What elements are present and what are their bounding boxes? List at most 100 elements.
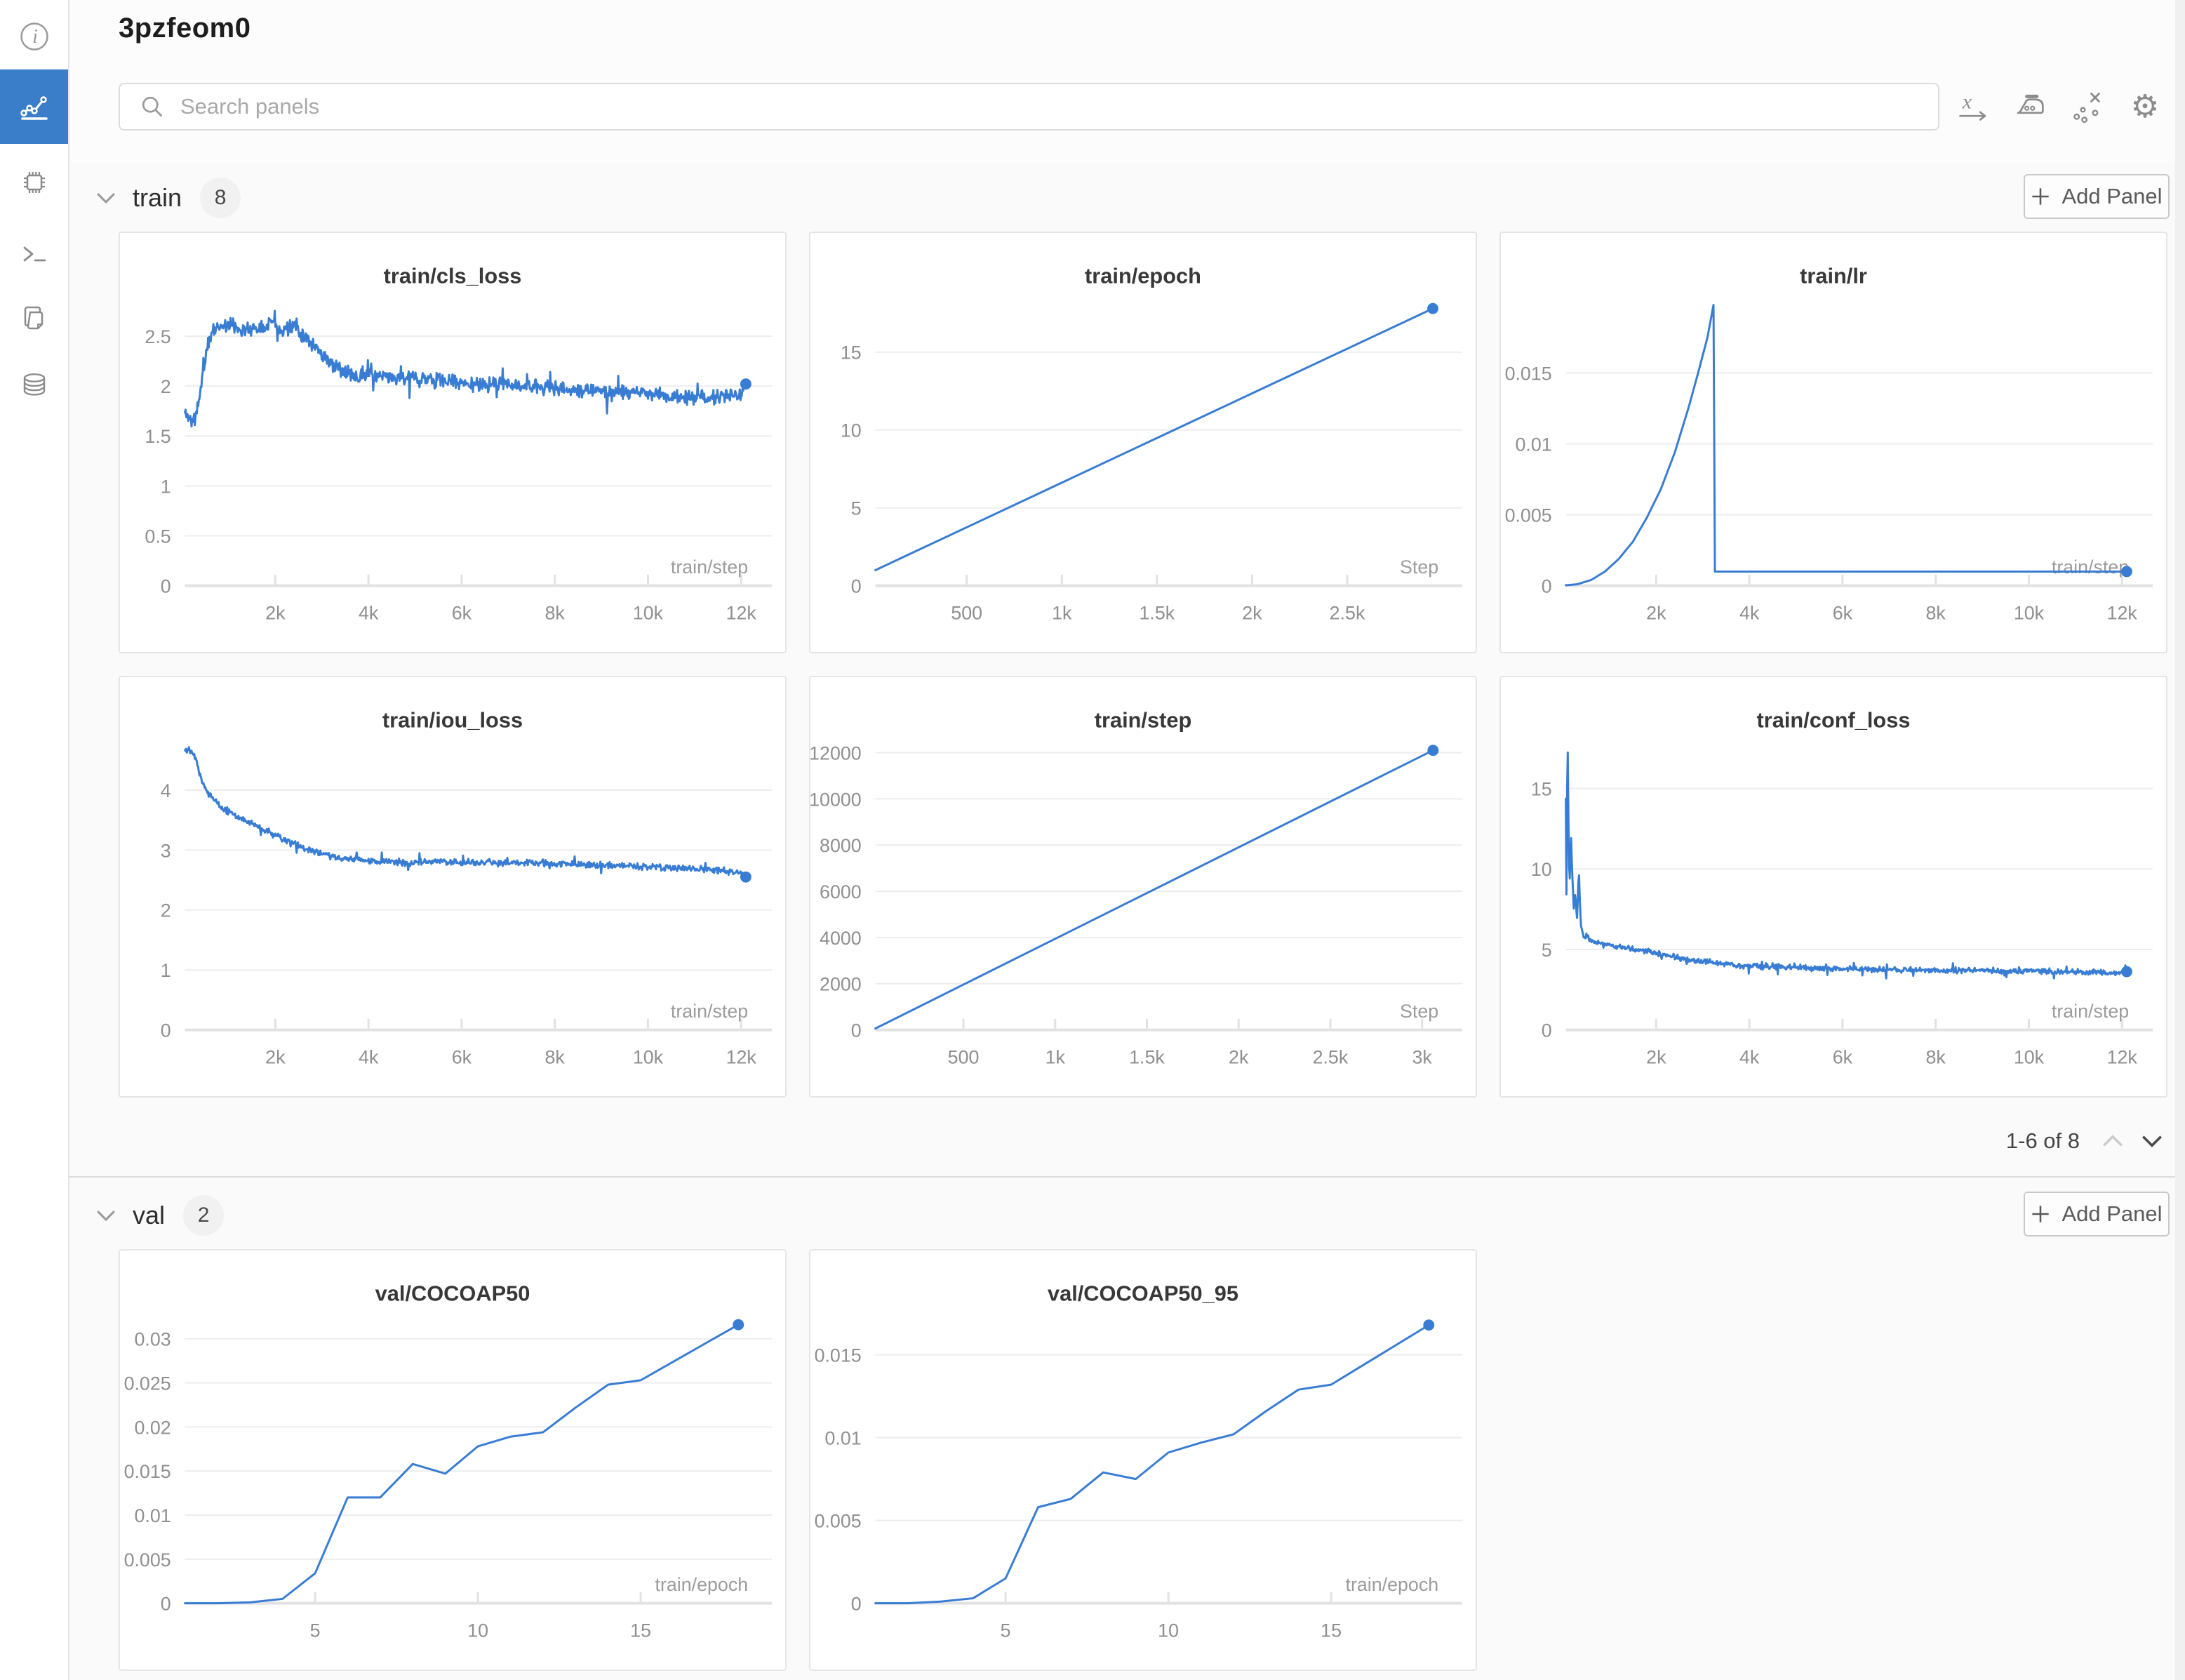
panel-train-iou-loss[interactable]: 012342k4k6k8k10k12ktrain/steptrain/iou_l… <box>119 676 787 1098</box>
x-tick-label: 15 <box>1321 1620 1342 1641</box>
smoothing-settings-button[interactable] <box>2010 86 2050 126</box>
chip-icon <box>19 167 50 198</box>
panel-train-lr[interactable]: 00.0050.010.0152k4k6k8k10k12ktrain/stept… <box>1499 232 2167 653</box>
svg-text:x: x <box>1962 91 1972 113</box>
series-line <box>185 747 746 879</box>
series-end-dot <box>740 872 751 883</box>
database-icon <box>19 369 50 400</box>
panel-val-cocoap50-95[interactable]: 00.0050.010.01551015train/epochval/COCOA… <box>809 1249 1477 1671</box>
plus-icon <box>2031 187 2050 206</box>
x-tick-label: 1k <box>1052 602 1072 623</box>
x-tick-label: 4k <box>359 1046 379 1067</box>
panel-settings-button[interactable]: ⚙ <box>2125 86 2165 126</box>
panel-train-step[interactable]: 0200040006000800010000120005001k1.5k2k2.… <box>809 676 1477 1098</box>
y-tick-label: 0 <box>851 576 862 597</box>
section-label[interactable]: train <box>133 183 182 213</box>
section-label[interactable]: val <box>133 1201 165 1230</box>
x-axis-label: Step <box>1400 556 1438 578</box>
x-tick-label: 5 <box>310 1620 321 1641</box>
y-tick-label: 0.01 <box>135 1505 171 1526</box>
x-tick-label: 2k <box>1646 602 1666 623</box>
train-pagination: 1-6 of 8 <box>2006 1121 2168 1161</box>
sidebar-item-logs[interactable] <box>0 220 68 288</box>
chart: 00.0050.010.0150.020.0250.0351015train/e… <box>120 1251 785 1669</box>
collapse-chevron-icon[interactable] <box>95 1206 117 1225</box>
sidebar-item-overview[interactable]: i <box>0 3 68 70</box>
x-tick-label: 4k <box>359 602 379 623</box>
y-tick-label: 8000 <box>820 835 862 856</box>
x-tick-label: 1.5k <box>1140 602 1175 623</box>
y-tick-label: 5 <box>851 498 862 519</box>
val-panel-grid: 00.0050.010.0150.020.0250.0351015train/e… <box>119 1249 1477 1671</box>
svg-text:i: i <box>32 26 38 48</box>
y-tick-label: 1.5 <box>145 426 171 447</box>
x-tick-label: 10k <box>2014 602 2045 623</box>
y-tick-label: 0.015 <box>1505 363 1552 384</box>
search-panels-bar <box>119 83 1939 131</box>
series-end-dot <box>740 378 751 389</box>
y-tick-label: 0.005 <box>1505 505 1552 526</box>
sidebar-item-artifacts[interactable] <box>0 351 68 418</box>
search-panels-input[interactable] <box>179 93 1938 120</box>
panel-title: train/lr <box>1800 264 1867 288</box>
plus-icon <box>2031 1204 2050 1224</box>
series-end-dot <box>1427 303 1438 314</box>
panel-train-epoch[interactable]: 0510155001k1.5k2k2.5kSteptrain/epoch <box>809 232 1477 653</box>
series-line <box>185 311 746 427</box>
x-axis-icon: x <box>1956 89 1989 123</box>
sidebar-item-files[interactable] <box>0 284 68 351</box>
x-tick-label: 3k <box>1412 1046 1432 1067</box>
add-panel-label: Add Panel <box>2062 184 2162 209</box>
series-line <box>876 750 1434 1028</box>
x-tick-label: 1k <box>1045 1046 1066 1067</box>
outliers-settings-button[interactable] <box>2067 86 2108 126</box>
y-tick-label: 0.005 <box>124 1549 171 1571</box>
x-axis-label: train/step <box>2052 1001 2129 1022</box>
y-tick-label: 0 <box>851 1594 862 1615</box>
panel-val-cocoap50[interactable]: 00.0050.010.0150.020.0250.0351015train/e… <box>119 1249 787 1671</box>
section-header-train: train 8 <box>69 175 241 220</box>
series-line <box>876 309 1433 571</box>
pagination-prev-icon[interactable] <box>2097 1125 2129 1157</box>
add-panel-button-train[interactable]: Add Panel <box>2024 174 2170 219</box>
x-tick-label: 8k <box>1926 1046 1946 1067</box>
sidebar-item-system[interactable] <box>0 149 68 216</box>
y-tick-label: 2000 <box>820 974 862 995</box>
x-axis-label: train/step <box>2052 556 2129 578</box>
y-tick-label: 0 <box>1542 576 1552 597</box>
y-tick-label: 0 <box>1542 1020 1552 1041</box>
series-end-dot <box>2121 566 2132 578</box>
panel-title: train/cls_loss <box>384 264 522 288</box>
scrollbar-track[interactable] <box>2175 0 2185 1680</box>
y-tick-label: 2.5 <box>145 326 171 347</box>
x-tick-label: 6k <box>1833 1046 1853 1067</box>
x-axis-label: train/step <box>671 556 748 578</box>
x-axis-label: train/step <box>671 1001 748 1022</box>
x-tick-label: 8k <box>545 602 566 623</box>
x-tick-label: 12k <box>2107 602 2138 623</box>
panel-title: val/COCOAP50 <box>375 1281 530 1306</box>
y-tick-label: 10 <box>841 420 862 441</box>
chart: 00.0050.010.01551015train/epochval/COCOA… <box>810 1251 1476 1669</box>
outliers-icon <box>2071 89 2104 123</box>
x-axis-settings-button[interactable]: x <box>1952 86 1993 126</box>
panel-train-conf-loss[interactable]: 0510152k4k6k8k10k12ktrain/steptrain/conf… <box>1499 676 2167 1098</box>
sidebar-item-charts[interactable] <box>0 69 68 144</box>
pagination-next-icon[interactable] <box>2136 1125 2168 1157</box>
wandb-run-page: i <box>0 0 2185 1680</box>
pagination-label: 1-6 of 8 <box>2006 1128 2080 1154</box>
y-tick-label: 10000 <box>810 789 862 810</box>
panel-train-cls-loss[interactable]: 00.511.522.52k4k6k8k10k12ktrain/steptrai… <box>119 232 787 653</box>
run-title: 3pzfeom0 <box>119 13 251 44</box>
x-tick-label: 2k <box>1646 1046 1666 1067</box>
x-tick-label: 5 <box>1001 1620 1011 1641</box>
series-line <box>185 1325 739 1604</box>
y-tick-label: 0 <box>161 576 171 597</box>
x-tick-label: 4k <box>1739 602 1760 623</box>
add-panel-button-val[interactable]: Add Panel <box>2024 1192 2170 1236</box>
y-tick-label: 0 <box>851 1020 862 1041</box>
collapse-chevron-icon[interactable] <box>95 189 117 207</box>
x-tick-label: 2k <box>1242 602 1262 623</box>
sidebar: i <box>0 0 69 1680</box>
y-tick-label: 0.03 <box>135 1329 171 1350</box>
